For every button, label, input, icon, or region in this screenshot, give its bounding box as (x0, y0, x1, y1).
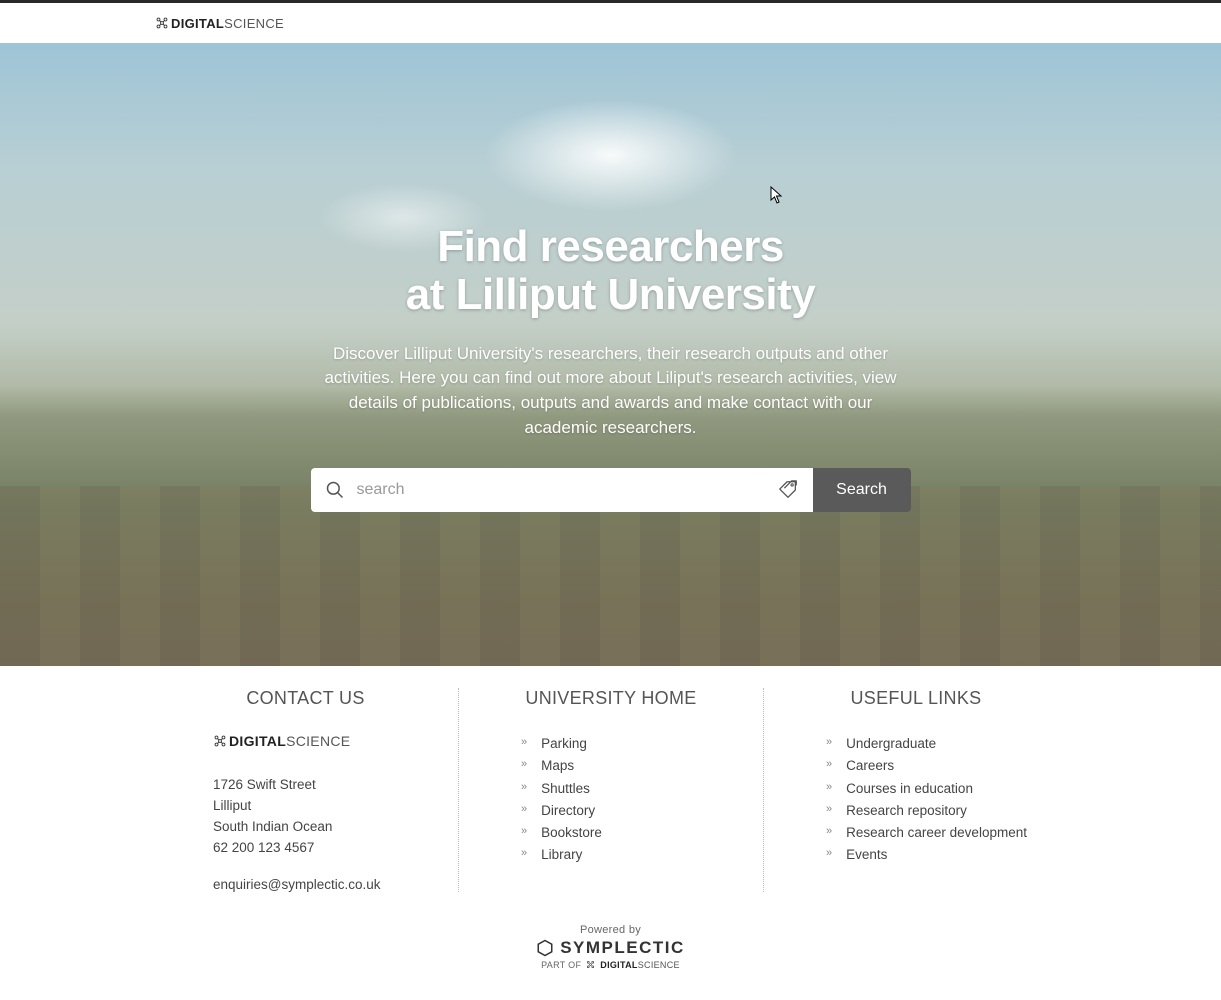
university-item: » Library (521, 844, 733, 866)
symplectic-text: SYMPLECTIC (560, 938, 685, 958)
chevron-right-icon: » (521, 733, 527, 755)
chevron-right-icon: » (826, 733, 832, 755)
search-input[interactable] (357, 481, 765, 499)
university-item: » Directory (521, 800, 733, 822)
powered-by: Powered by SYMPLECTIC PART OF DIGITALSCI… (0, 924, 1221, 970)
chevron-right-icon: » (826, 844, 832, 866)
contact-address: 1726 Swift Street Lilliput South Indian … (213, 775, 428, 859)
useful-link[interactable]: Careers (846, 755, 894, 777)
symplectic-logo[interactable]: SYMPLECTIC (0, 938, 1221, 958)
footer-university-column: UNIVERSITY HOME » Parking » Maps » Shuttles » D… (458, 688, 763, 892)
chevron-right-icon: » (826, 800, 832, 822)
logo-text: DIGITALSCIENCE (600, 960, 680, 970)
chevron-right-icon: » (521, 822, 527, 844)
university-link[interactable]: Bookstore (541, 822, 602, 844)
powered-label: Powered by (0, 924, 1221, 936)
useful-links-list: » Undergraduate » Careers » Courses in educat… (794, 733, 1038, 867)
chevron-right-icon: » (521, 800, 527, 822)
logo-text: DIGITALSCIENCE (171, 16, 284, 31)
chevron-right-icon: » (826, 755, 832, 777)
university-link[interactable]: Library (541, 844, 582, 866)
search-box (311, 468, 813, 512)
useful-link[interactable]: Courses in education (846, 778, 973, 800)
university-item: » Bookstore (521, 822, 733, 844)
university-heading: UNIVERSITY HOME (489, 688, 733, 709)
university-links-list: » Parking » Maps » Shuttles » Directory » Booksto… (489, 733, 733, 867)
part-of-row: PART OF DIGITALSCIENCE (0, 960, 1221, 970)
university-link[interactable]: Directory (541, 800, 595, 822)
chevron-right-icon: » (521, 755, 527, 777)
mouse-cursor-icon (770, 186, 784, 204)
hero-description: Discover Lilliput University's researche… (311, 342, 911, 441)
university-link[interactable]: Shuttles (541, 778, 590, 800)
footer-digital-science-logo[interactable]: DIGITALSCIENCE (213, 733, 428, 749)
molecule-icon (213, 734, 227, 748)
useful-item: » Courses in education (826, 778, 1038, 800)
tag-icon[interactable] (777, 479, 799, 501)
hexagon-icon (536, 939, 554, 957)
useful-link[interactable]: Undergraduate (846, 733, 936, 755)
useful-item: » Careers (826, 755, 1038, 777)
part-of-label: PART OF (541, 960, 581, 970)
university-item: » Shuttles (521, 778, 733, 800)
logo-text: DIGITALSCIENCE (229, 733, 350, 749)
useful-link[interactable]: Research career development (846, 822, 1027, 844)
useful-link[interactable]: Research repository (846, 800, 967, 822)
chevron-right-icon: » (521, 778, 527, 800)
chevron-right-icon: » (826, 778, 832, 800)
chevron-right-icon: » (521, 844, 527, 866)
footer-contact-column: CONTACT US DIGITALSCIENCE 1726 Swift Str… (153, 688, 458, 892)
search-button[interactable]: Search (813, 468, 911, 512)
digital-science-logo[interactable]: DIGITALSCIENCE (155, 16, 284, 31)
molecule-icon (155, 16, 169, 30)
useful-item: » Undergraduate (826, 733, 1038, 755)
university-link[interactable]: Parking (541, 733, 587, 755)
footer: CONTACT US DIGITALSCIENCE 1726 Swift Str… (0, 666, 1221, 1000)
useful-item: » Research career development (826, 822, 1038, 844)
useful-heading: USEFUL LINKS (794, 688, 1038, 709)
university-item: » Maps (521, 755, 733, 777)
search-row: Search (311, 468, 911, 512)
hero-section: Find researchers at Lilliput University … (0, 43, 1221, 666)
hero-title: Find researchers at Lilliput University (311, 223, 911, 320)
university-link[interactable]: Maps (541, 755, 574, 777)
search-icon (325, 480, 345, 500)
header-bar: DIGITALSCIENCE (0, 3, 1221, 43)
footer-useful-column: USEFUL LINKS » Undergraduate » Careers » Cour… (763, 688, 1068, 892)
useful-link[interactable]: Events (846, 844, 887, 866)
useful-item: » Events (826, 844, 1038, 866)
chevron-right-icon: » (826, 822, 832, 844)
university-item: » Parking (521, 733, 733, 755)
molecule-icon (586, 960, 595, 969)
contact-email[interactable]: enquiries@symplectic.co.uk (213, 877, 428, 892)
useful-item: » Research repository (826, 800, 1038, 822)
contact-heading: CONTACT US (183, 688, 428, 709)
